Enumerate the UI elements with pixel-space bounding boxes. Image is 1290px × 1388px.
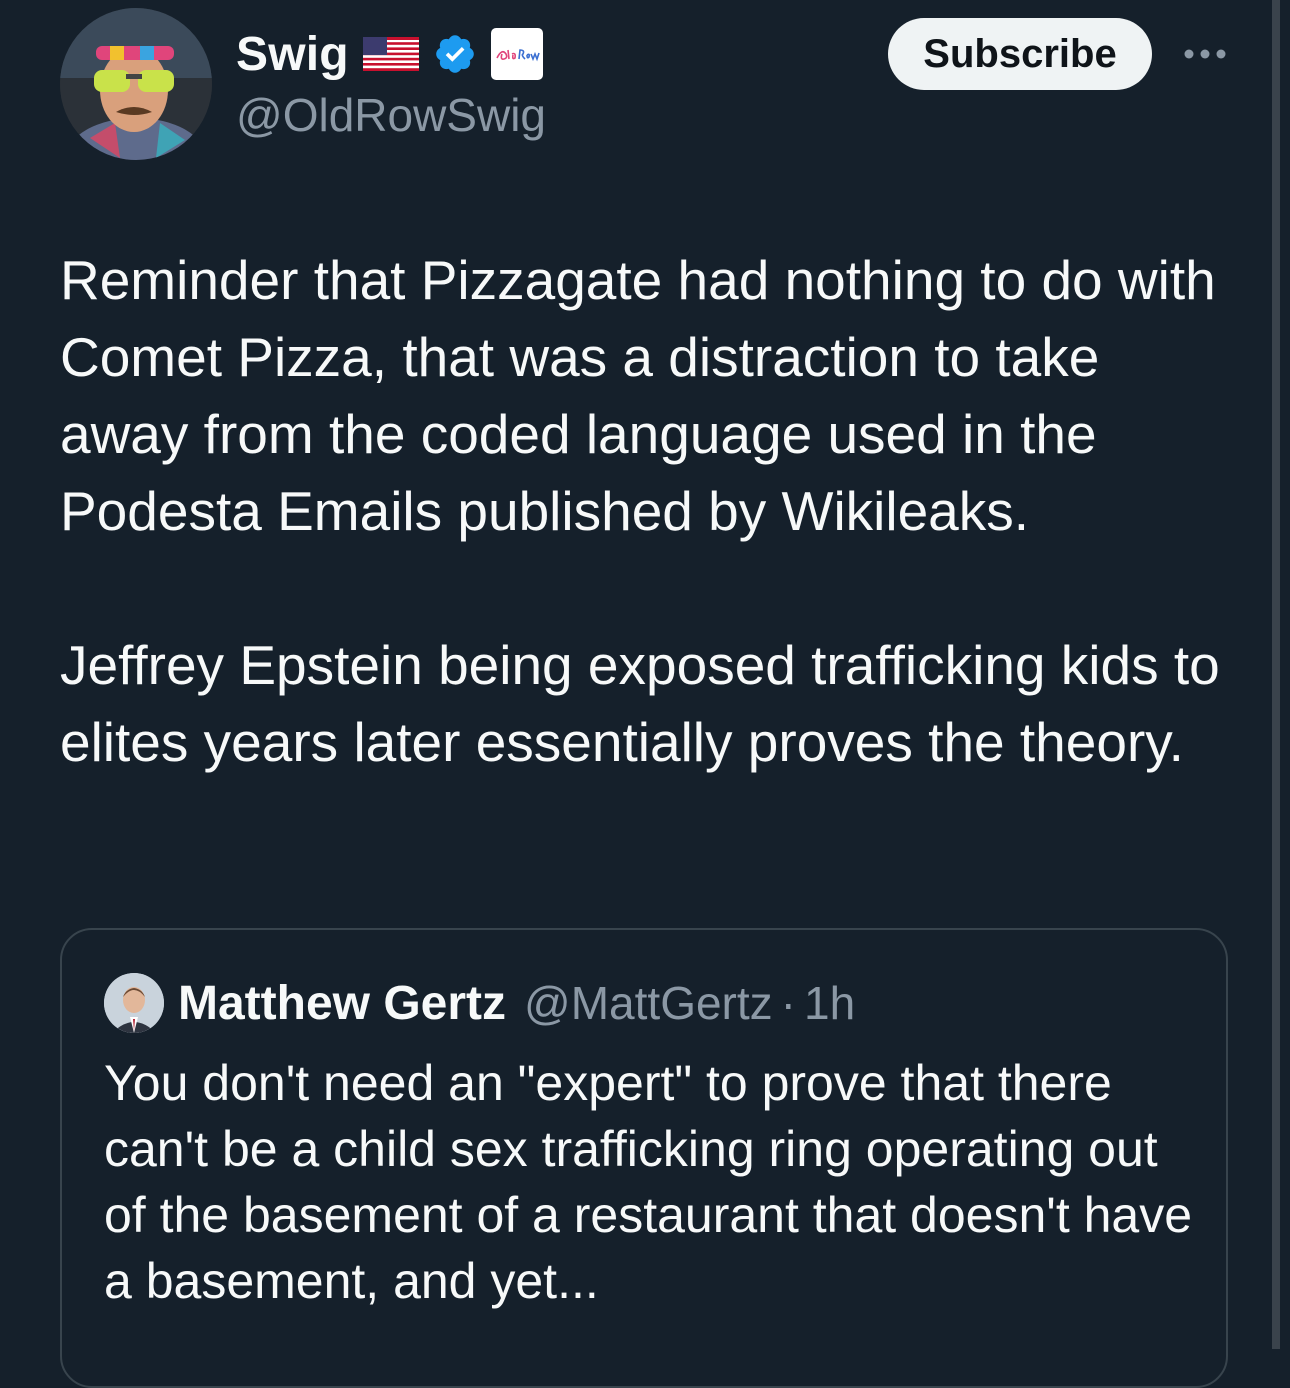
scrollbar[interactable]	[1272, 0, 1280, 1349]
quoted-tweet-text: You don't need an "expert" to prove that…	[104, 1055, 1193, 1309]
author-name-row: Swig	[236, 24, 543, 84]
old-row-affiliate-badge[interactable]	[490, 28, 543, 80]
us-flag-icon	[362, 37, 419, 71]
subscribe-button[interactable]: Subscribe	[888, 18, 1152, 90]
quoted-separator: ·	[780, 977, 796, 1029]
more-options-button[interactable]	[1180, 34, 1230, 74]
quoted-author-avatar[interactable]	[104, 973, 164, 1033]
author-avatar[interactable]	[60, 8, 212, 160]
quoted-avatar-photo	[104, 973, 164, 1033]
old-row-logo-icon	[496, 49, 540, 62]
author-display-name[interactable]: Swig	[236, 27, 349, 82]
quoted-tweet-header: Matthew Gertz @MattGertz · 1h	[104, 970, 855, 1036]
tweet-text: Reminder that Pizzagate had nothing to d…	[60, 249, 1220, 773]
avatar-photo	[60, 8, 212, 160]
quoted-timestamp[interactable]: 1h	[804, 976, 855, 1030]
quoted-author-handle[interactable]: @MattGertz	[524, 976, 773, 1030]
quoted-author-name[interactable]: Matthew Gertz	[178, 976, 506, 1031]
quoted-tweet-card[interactable]: Matthew Gertz @MattGertz · 1h You don't …	[60, 928, 1228, 1388]
author-handle[interactable]: @OldRowSwig	[236, 88, 546, 142]
more-horizontal-icon	[1184, 49, 1226, 59]
verified-badge-icon[interactable]	[433, 32, 477, 76]
